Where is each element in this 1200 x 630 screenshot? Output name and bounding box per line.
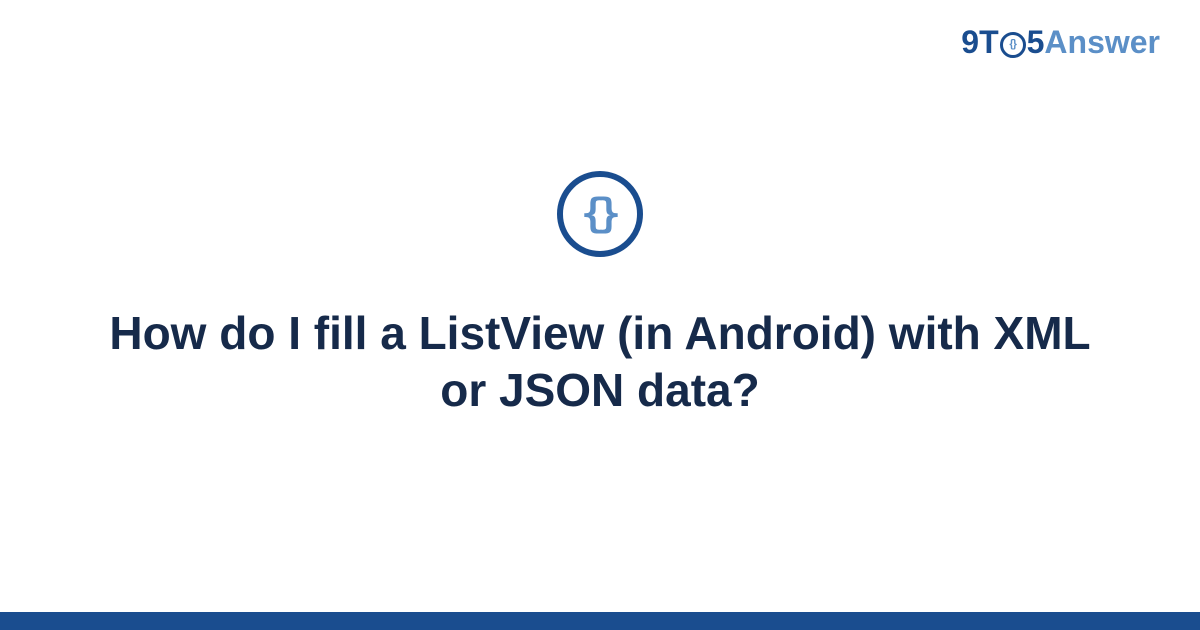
question-title: How do I fill a ListView (in Android) wi… (100, 305, 1100, 420)
footer-accent-bar (0, 612, 1200, 630)
json-braces-icon: {} (581, 194, 619, 234)
main-content: {} How do I fill a ListView (in Android)… (0, 0, 1200, 630)
category-badge: {} (557, 171, 643, 257)
